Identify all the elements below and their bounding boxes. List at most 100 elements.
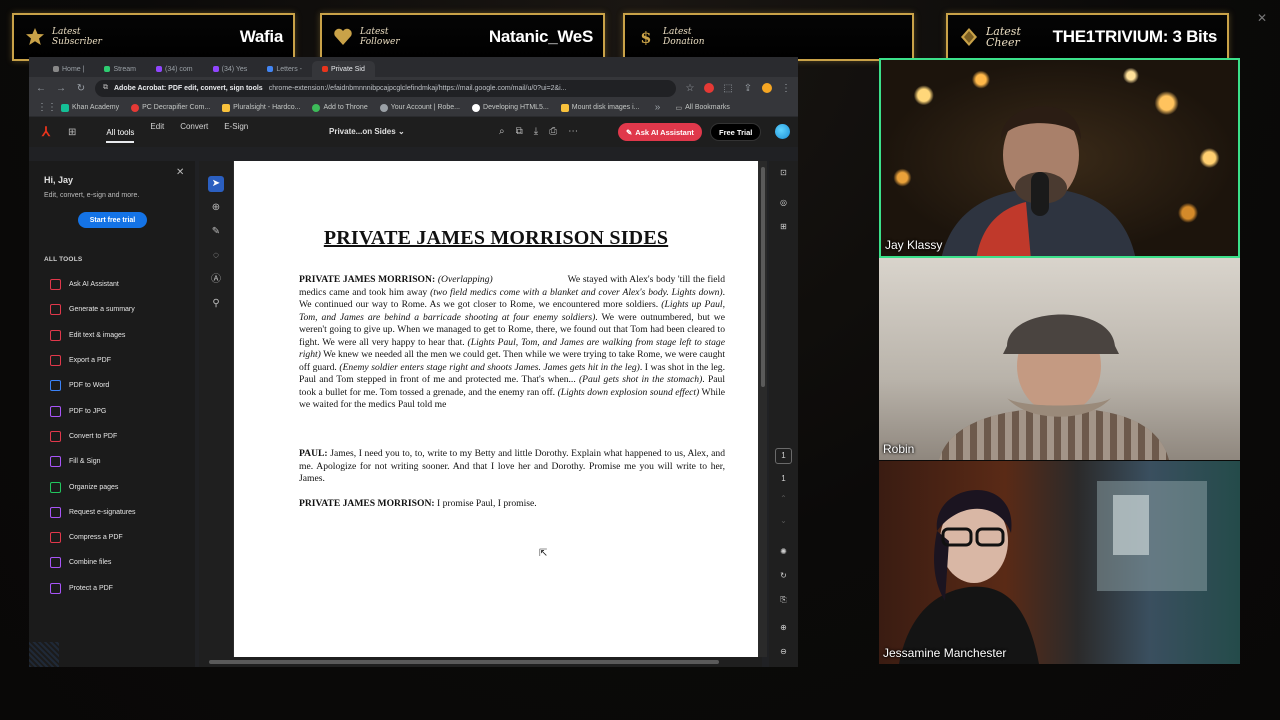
latest-subscriber-banner: Latest Subscriber Wafia	[12, 13, 295, 61]
tool-icon	[50, 329, 61, 341]
speech-james-2: PRIVATE JAMES MORRISON: I promise Paul, …	[299, 498, 725, 511]
tool-item[interactable]: Combine files	[50, 550, 195, 575]
bookmark-item[interactable]: Khan Academy	[61, 103, 119, 112]
extensions-puzzle-icon[interactable]: ⬚	[722, 83, 734, 94]
dollar-icon: $	[640, 27, 652, 47]
page-number-box[interactable]: 1	[775, 448, 792, 464]
browser-tab[interactable]: (34) com	[146, 61, 203, 77]
banner-label: Latest Donation	[663, 27, 705, 47]
tool-icon	[50, 557, 61, 569]
tool-icon	[50, 279, 61, 291]
save-page-icon[interactable]: ⎘	[775, 595, 792, 605]
rotate-icon[interactable]: ↻	[775, 571, 792, 580]
zoom-tool-icon[interactable]: ⊕	[208, 200, 224, 216]
comment-icon[interactable]: ⊡	[775, 168, 792, 177]
banner-label: Latest Follower	[360, 27, 400, 47]
bookmark-item[interactable]: Pluralsight - Hardco...	[222, 103, 300, 112]
reload-icon[interactable]: ↻	[75, 83, 87, 94]
avatar[interactable]	[775, 124, 790, 139]
download-icon[interactable]: ⤓	[534, 126, 538, 137]
tool-item[interactable]: Ask AI Assistant	[50, 272, 195, 297]
scroll-thumb[interactable]	[761, 167, 765, 387]
tool-item[interactable]: Compress a PDF	[50, 525, 195, 550]
forward-icon[interactable]: →	[55, 83, 67, 94]
document-title-dropdown[interactable]: Private...on Sides ⌄	[329, 127, 405, 136]
bookmark-item[interactable]: Developing HTML5...	[472, 103, 549, 112]
tool-icon	[50, 582, 61, 594]
menu-icon[interactable]: ⋮	[780, 83, 792, 94]
more-bookmarks-icon[interactable]: »	[651, 102, 663, 113]
page-down-icon[interactable]: ⌄	[775, 516, 792, 525]
bookmark-item[interactable]: Add to Throne	[312, 103, 368, 112]
banner-value: THE1TRIVIUM: 3 Bits	[1052, 27, 1218, 46]
tab-label: Private Sid	[331, 65, 365, 73]
tool-item[interactable]: Fill & Sign	[50, 449, 195, 474]
tool-item[interactable]: Protect a PDF	[50, 576, 195, 601]
tool-label: Convert to PDF	[69, 432, 118, 440]
tool-label: Export a PDF	[69, 357, 112, 365]
select-cursor-icon[interactable]: ➤	[208, 176, 224, 192]
tool-label: Organize pages	[69, 483, 119, 491]
bookmark-item[interactable]: PC Decrapifier Com...	[131, 103, 210, 112]
tool-item[interactable]: Organize pages	[50, 474, 195, 499]
ai-assist-icon[interactable]: ✺	[775, 547, 792, 556]
page-view-icon[interactable]: ⧉	[516, 126, 523, 137]
cam-name: Robin	[883, 442, 915, 456]
ai-sparkle-icon[interactable]: ◎	[775, 198, 792, 207]
browser-tab[interactable]: Letters -	[257, 61, 312, 77]
tool-item[interactable]: Generate a summary	[50, 297, 195, 322]
menu-esign[interactable]: E-Sign	[224, 122, 248, 143]
person-silhouette	[939, 314, 1169, 460]
scroll-thumb[interactable]	[209, 660, 719, 664]
browser-window: Home | Stream (34) com (34) Yes Letters …	[29, 57, 798, 667]
home-tools-icon[interactable]: ⊞	[68, 127, 76, 138]
bookmark-item[interactable]: Your Account | Robe...	[379, 103, 460, 112]
free-trial-button[interactable]: Free Trial	[710, 123, 762, 141]
share-icon[interactable]: ⇪	[742, 83, 754, 94]
document-viewer[interactable]: PRIVATE JAMES MORRISON SIDES PRIVATE JAM…	[233, 161, 762, 657]
print-icon[interactable]: ⎙	[549, 126, 557, 137]
tool-item[interactable]: Edit text & images	[50, 323, 195, 348]
text-box-icon[interactable]: Ⓐ	[208, 272, 224, 288]
menu-edit[interactable]: Edit	[150, 122, 164, 143]
zoom-in-icon[interactable]: ⊕	[775, 623, 792, 632]
page-up-icon[interactable]: ⌃	[775, 494, 792, 503]
extension-icon: ⧉	[103, 84, 108, 91]
extension-red-icon[interactable]	[704, 83, 714, 93]
browser-tab[interactable]: Home |	[43, 61, 94, 77]
bookmark-item[interactable]: Mount disk images i...	[560, 103, 639, 112]
tool-item[interactable]: PDF to Word	[50, 373, 195, 398]
browser-tab[interactable]: Stream	[94, 61, 146, 77]
menu-convert[interactable]: Convert	[180, 122, 208, 143]
speech-james-1: PRIVATE JAMES MORRISON: (Overlapping) We…	[299, 274, 725, 412]
apps-icon[interactable]: ⋮⋮	[37, 102, 57, 113]
zoom-out-icon[interactable]: ⊖	[775, 647, 792, 656]
tool-label: Edit text & images	[69, 331, 126, 339]
search-icon[interactable]: ⌕	[499, 126, 505, 137]
extension-orange-icon[interactable]	[762, 83, 772, 93]
lasso-icon[interactable]: ◌	[208, 248, 224, 264]
stamp-icon[interactable]: ⚲	[208, 296, 224, 312]
tool-item[interactable]: Request e-signatures	[50, 500, 195, 525]
vertical-scrollbar[interactable]	[759, 161, 767, 657]
thumbnails-icon[interactable]: ⊞	[775, 222, 792, 231]
browser-tab-active[interactable]: Private Sid	[312, 61, 375, 77]
menu-all-tools[interactable]: All tools	[106, 128, 135, 143]
ask-ai-assistant-button[interactable]: ✎ Ask AI Assistant	[618, 123, 702, 141]
horizontal-scrollbar[interactable]	[199, 657, 762, 667]
more-icon[interactable]: ⋯	[568, 126, 578, 137]
tool-item[interactable]: PDF to JPG	[50, 398, 195, 423]
browser-tab[interactable]: (34) Yes	[203, 61, 258, 77]
url-input[interactable]: ⧉ Adobe Acrobat: PDF edit, convert, sign…	[95, 79, 676, 97]
cam-name: Jessamine Manchester	[883, 646, 1007, 660]
all-bookmarks[interactable]: ▭ All Bookmarks	[675, 104, 729, 112]
tab-strip: Home | Stream (34) com (34) Yes Letters …	[29, 57, 798, 77]
start-free-trial-button[interactable]: Start free trial	[78, 212, 147, 228]
tool-item[interactable]: Convert to PDF	[50, 424, 195, 449]
tool-item[interactable]: Export a PDF	[50, 348, 195, 373]
stream-overlay: { "banners": [ {"label": "Latest Subscri…	[0, 0, 1280, 720]
back-icon[interactable]: ←	[35, 83, 47, 94]
close-panel-icon[interactable]: ✕	[176, 167, 184, 178]
pen-icon[interactable]: ✎	[208, 224, 224, 240]
bookmark-star-icon[interactable]: ☆	[684, 83, 696, 94]
